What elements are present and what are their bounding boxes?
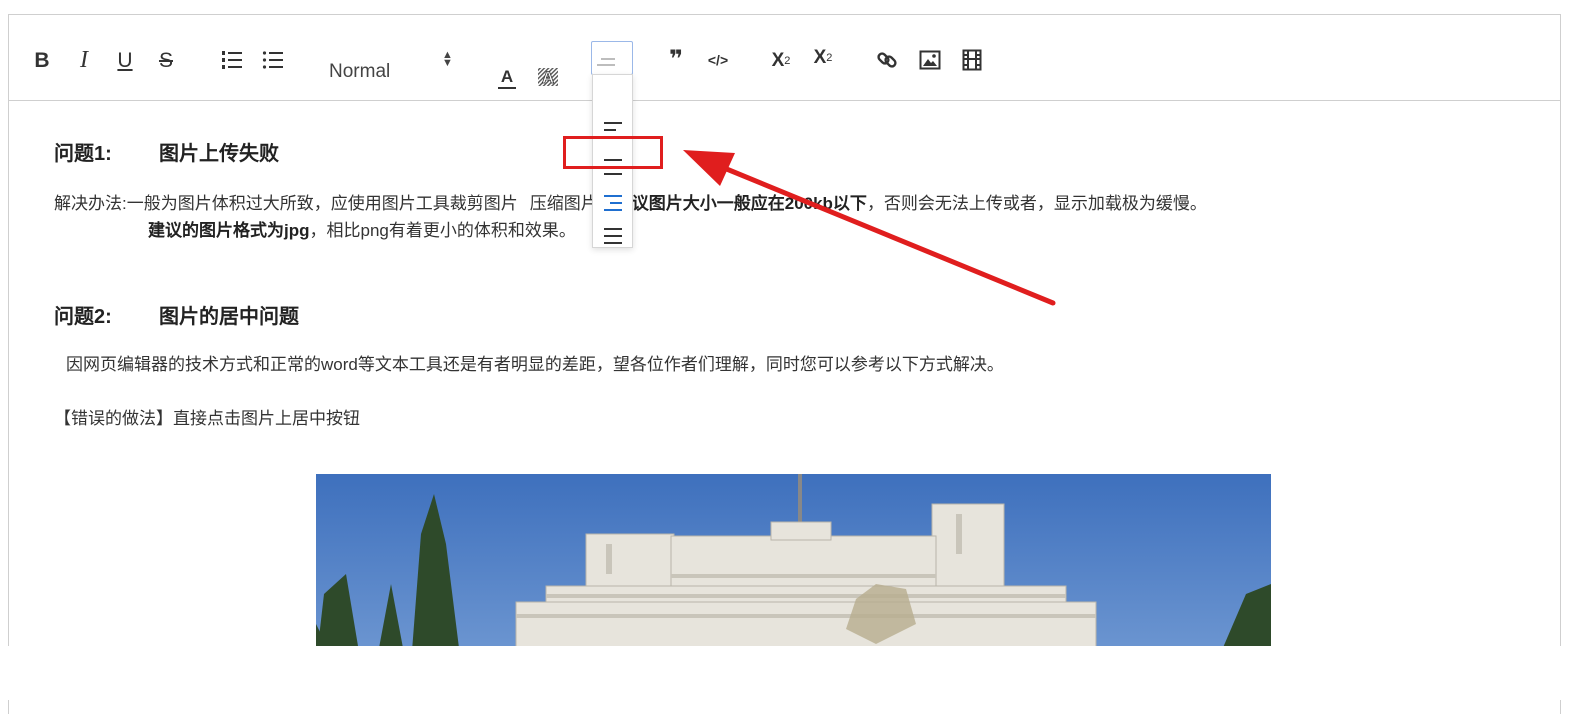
header-select[interactable]: Normal ▲ ▼ (329, 50, 459, 87)
align-right-icon (597, 58, 615, 66)
blockquote-icon[interactable]: ❞ (664, 48, 688, 72)
svg-text:A: A (542, 68, 554, 87)
superscript-letter: X (813, 47, 827, 68)
subscript-mark: 2 (784, 55, 791, 67)
q1-solution-text-a: 一般为图片体积过大所致，应使用图片工具裁剪图片 (126, 194, 518, 213)
font-color-underline (498, 86, 516, 89)
q2-title: 图片的居中问题 (159, 306, 299, 328)
q1-solution-line2: 建议的图片格式为jpg，相比png有着更小的体积和效果。 (148, 219, 576, 243)
superscript-mark: 2 (826, 52, 833, 64)
subscript-icon[interactable]: X2 (767, 48, 795, 74)
rich-text-editor: B I U S Normal ▲ ▼ A A ❞ </> X 2 X 2 问题1… (8, 14, 1561, 714)
bold-icon[interactable]: B (31, 48, 53, 72)
align-right-option-icon (604, 195, 622, 211)
font-color-label: A (500, 66, 514, 86)
align-justify-option[interactable] (601, 225, 625, 249)
background-color-icon[interactable]: A (536, 65, 560, 89)
code-block-icon[interactable]: </> (705, 49, 731, 71)
q1-format-bold: 建议的图片格式为jpg (148, 221, 310, 240)
align-right-option[interactable] (601, 192, 625, 216)
editor-content[interactable]: 问题1: 图片上传失败 解决办法:一般为图片体积过大所致，应使用图片工具裁剪图片… (9, 15, 1560, 714)
link-icon[interactable] (875, 48, 899, 72)
page-bottom (0, 646, 1576, 700)
video-icon[interactable] (960, 48, 984, 72)
building-photo (316, 474, 1271, 664)
q1-number: 问题1: (54, 143, 112, 165)
q2-number: 问题2: (54, 306, 112, 328)
font-color-icon[interactable]: A (496, 65, 518, 91)
header-select-value: Normal (329, 61, 391, 82)
align-center-icon (604, 159, 622, 175)
align-select[interactable] (591, 41, 633, 75)
q1-solution-text-c: ，否则会无法上传或者，显示加载极为缓慢。 (866, 194, 1207, 213)
italic-icon[interactable]: I (73, 48, 95, 72)
align-left-option[interactable] (601, 119, 625, 143)
wrong-way-caption: 【错误的做法】直接点击图片上居中按钮 (54, 409, 360, 428)
q1-format-text: ，相比png有着更小的体积和效果。 (309, 221, 576, 240)
content-image[interactable] (316, 474, 1271, 664)
align-justify-icon (604, 228, 622, 244)
align-dropdown (592, 74, 633, 248)
underline-icon[interactable]: U (114, 48, 136, 72)
align-center-option[interactable] (601, 156, 625, 180)
select-arrows-icon: ▲ ▼ (442, 49, 453, 69)
q1-solution-bold: 建议图片大小一般应在200kb以下 (614, 194, 867, 213)
superscript-icon[interactable]: X2 (809, 45, 837, 71)
image-icon[interactable] (918, 48, 942, 72)
editor-toolbar: B I U S Normal ▲ ▼ A A ❞ </> X 2 X 2 (9, 15, 1560, 101)
strike-icon[interactable]: S (155, 48, 177, 72)
ordered-list-icon[interactable] (220, 48, 244, 72)
subscript-letter: X (771, 50, 785, 71)
q1-solution-label: 解决办法: (54, 194, 127, 213)
q2-body: 因网页编辑器的技术方式和正常的word等文本工具还是有者明显的差距，望各位作者们… (66, 355, 1004, 374)
q1-title: 图片上传失败 (159, 143, 279, 165)
bullet-list-icon[interactable] (261, 48, 285, 72)
align-left-icon (604, 122, 622, 138)
